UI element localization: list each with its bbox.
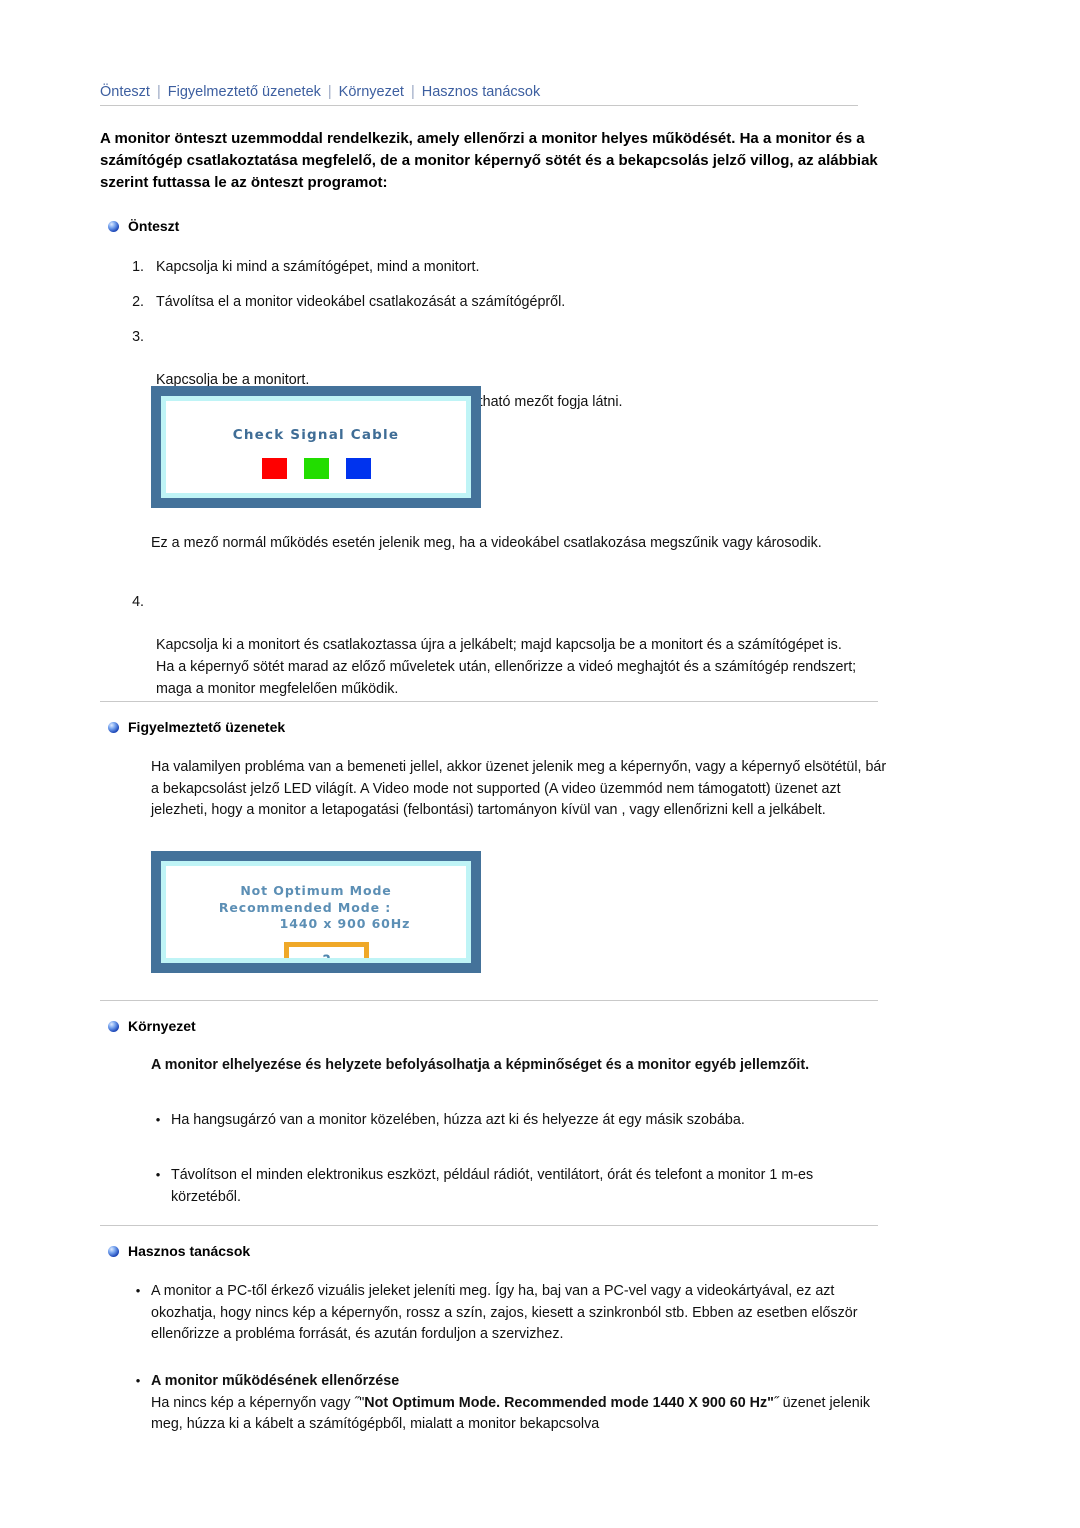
heading-tips: Hasznos tanácsok [108,1243,250,1259]
heading-warning-label: Figyelmeztető üzenetek [128,719,286,735]
nav-link-tips[interactable]: Hasznos tanácsok [422,84,540,100]
warning-body: Ha valamilyen probléma van a bemeneti je… [151,759,887,819]
figure-check-signal-cable: Check Signal Cable [151,386,481,508]
selftest-step-1: 1. Kapcsolja ki mind a számítógépet, min… [118,257,878,279]
swatch-blue [345,458,371,479]
environment-bullet-2: • Távolítson el minden elektronikus eszk… [151,1165,861,1208]
selftest-step-1-number: 1. [132,259,144,275]
selftest-step-2-text: Távolítsa el a monitor videokábel csatla… [156,294,566,310]
monitor-screen: Check Signal Cable [166,401,466,493]
nav-separator-1: | [156,84,161,100]
figure-not-optimum-mode: Not Optimum Mode Recommended Mode : 1440… [151,851,481,973]
nav-separator-3: | [410,84,415,100]
selftest-step-2: 2. Távolítsa el a monitor videokábel csa… [118,292,878,314]
heading-warning: Figyelmeztető üzenetek [108,719,285,735]
environment-bullet-1-text: Ha hangsugárzó van a monitor közelében, … [171,1112,745,1128]
osd-line-not-optimum: Not Optimum Mode [240,883,392,898]
bullet-dot-icon: • [135,1373,141,1388]
heading-selftest: Önteszt [108,218,179,234]
heading-environment: Környezet [108,1018,196,1034]
osd-line-resolution: 1440 x 900 60Hz [279,916,411,932]
tips-bullet-1: • A monitor a PC-től érkező vizuális jel… [131,1281,873,1346]
heading-selftest-label: Önteszt [128,218,180,234]
bullet-dot-icon: • [155,1112,161,1127]
bullet-orb-icon [108,221,119,232]
environment-bullet-2-text: Távolítson el minden elektronikus eszköz… [171,1167,814,1205]
intro-paragraph: A monitor önteszt uzemmoddal rendelkezik… [100,130,878,192]
osd-question-button[interactable]: ? [284,942,369,958]
selftest-step-4-number: 4. [132,594,144,610]
selftest-step-1-text: Kapcsolja ki mind a számítógépet, mind a… [156,259,480,275]
section-nav: Önteszt | Figyelmeztető üzenetek | Környezet… [100,84,858,106]
bullet-dot-icon: • [155,1167,161,1182]
divider-1 [100,701,878,702]
tips-bullet-2-bold: Not Optimum Mode. Recommended mode 1440 … [364,1394,774,1411]
tips-bullet-1-text: A monitor a PC-től érkező vizuális jelek… [151,1283,858,1343]
divider-3 [100,1225,878,1226]
osd-not-optimum-text: Not Optimum Mode Recommended Mode : 1440… [166,883,466,933]
environment-lead: A monitor elhelyezése és helyzete befoly… [151,1057,810,1073]
divider-2 [100,1000,878,1001]
bullet-dot-icon: • [135,1283,141,1298]
selftest-step-4-text: Kapcsolja ki a monitort és csatlakoztass… [156,637,857,697]
heading-tips-label: Hasznos tanácsok [128,1243,251,1259]
monitor-bezel: Not Optimum Mode Recommended Mode : 1440… [161,861,471,963]
osd-rgb-swatches [166,458,466,479]
tips-bullet-2: • A monitor működésének ellenőrzése Ha n… [131,1371,891,1436]
nav-link-warning[interactable]: Figyelmeztető üzenetek [168,84,321,100]
swatch-red [261,458,287,479]
bullet-orb-icon [108,1021,119,1032]
heading-environment-label: Környezet [128,1018,196,1034]
selftest-step-3-number: 3. [132,329,144,345]
osd-line-recommended: Recommended Mode : [218,899,392,915]
osd-check-signal-title: Check Signal Cable [232,427,400,443]
bullet-orb-icon [108,722,119,733]
help-page: Önteszt | Figyelmeztető üzenetek | Környezet… [0,0,1080,1528]
tips-bullet-2-title: A monitor működésének ellenőrzése [151,1373,400,1389]
bullet-orb-icon [108,1246,119,1257]
swatch-green [303,458,329,479]
nav-link-selftest[interactable]: Önteszt [100,84,150,100]
monitor-bezel: Check Signal Cable [161,396,471,498]
selftest-note: Ez a mező normál működés esetén jelenik … [151,535,822,551]
selftest-step-2-number: 2. [132,294,144,310]
environment-bullet-1: • Ha hangsugárzó van a monitor közelében… [151,1110,851,1132]
tips-bullet-2-pre: Ha nincs kép a képernyőn vagy ˝" [151,1394,365,1411]
nav-separator-2: | [327,84,332,100]
monitor-screen: Not Optimum Mode Recommended Mode : 1440… [166,866,466,958]
nav-link-environment[interactable]: Környezet [339,84,404,100]
selftest-step-4: 4. Kapcsolja ki a monitort és csatlakozt… [118,592,878,722]
